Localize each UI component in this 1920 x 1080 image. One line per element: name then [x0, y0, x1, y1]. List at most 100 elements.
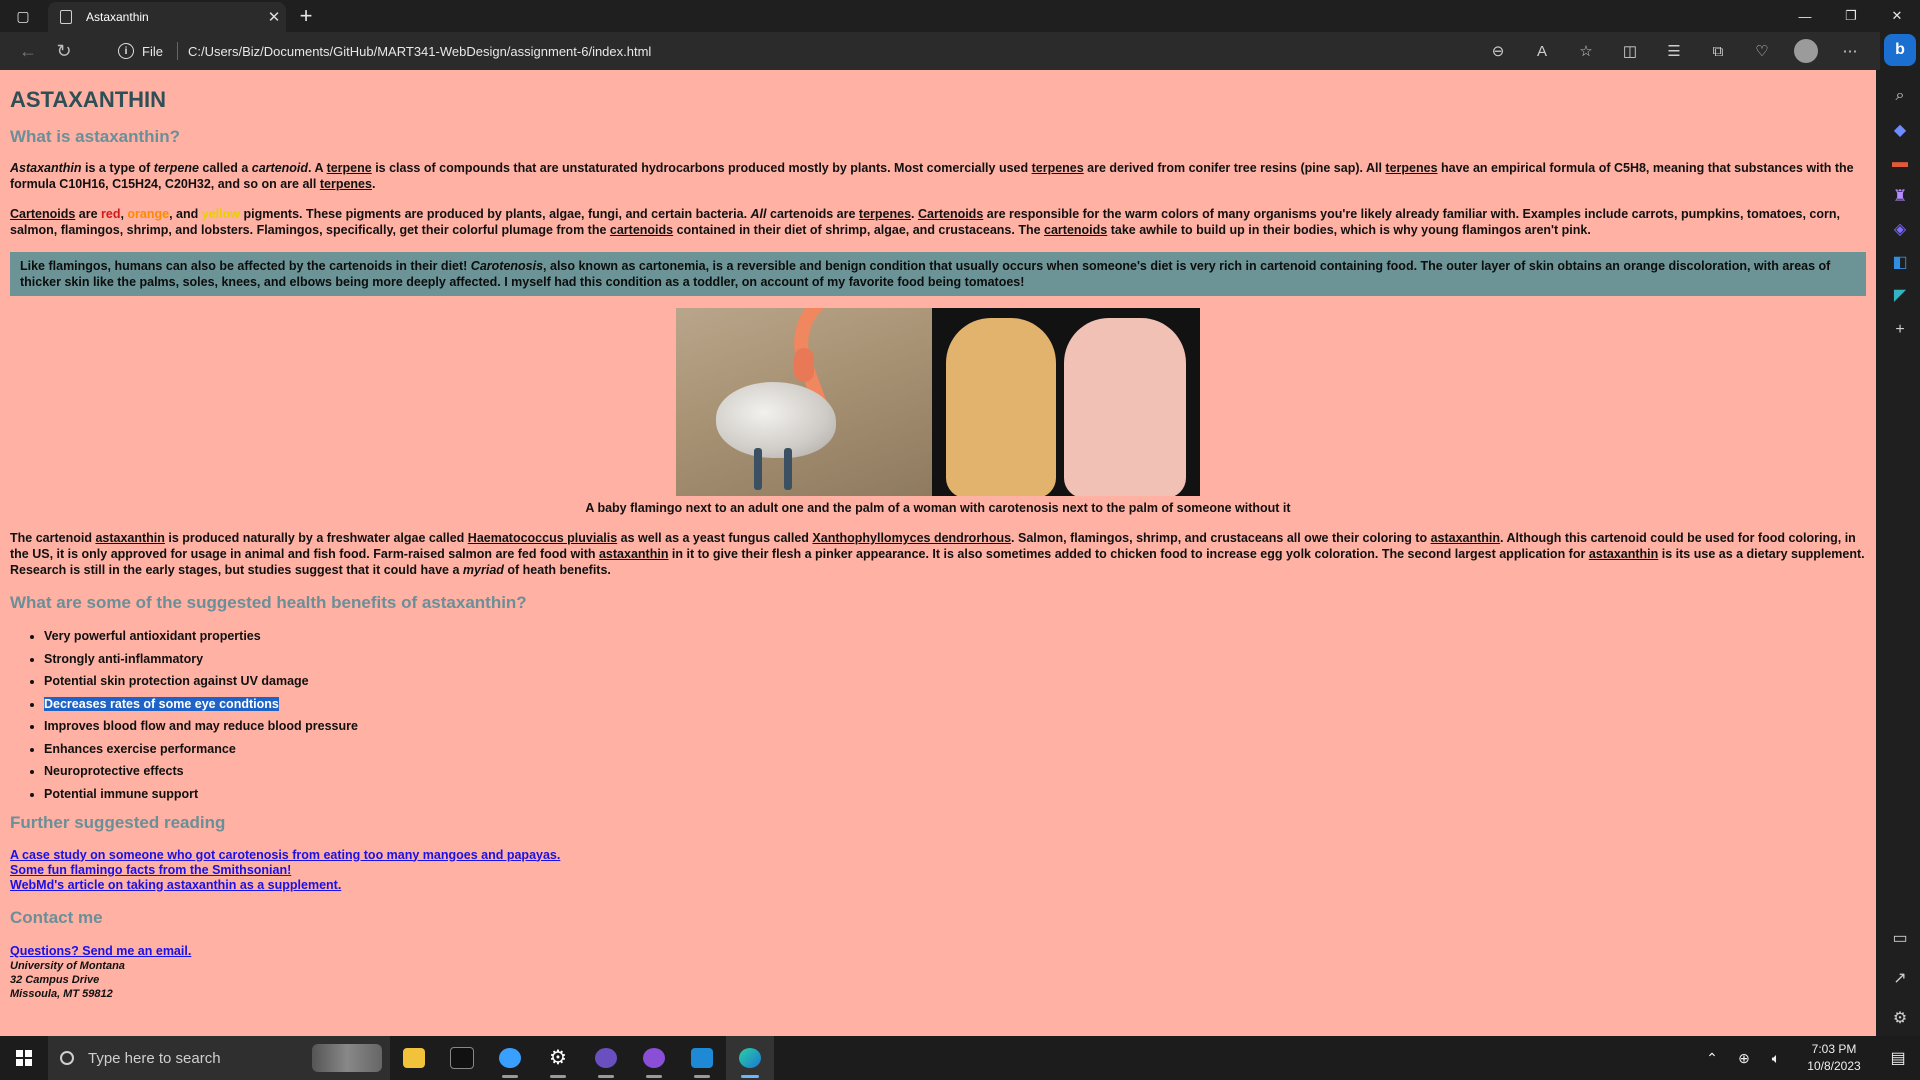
link-carotenosis-case-study[interactable]: A case study on someone who got caroteno… — [10, 848, 1866, 863]
benefits-list: Very powerful antioxidant properties Str… — [10, 628, 1866, 802]
settings-app[interactable]: ⚙ — [534, 1036, 582, 1080]
figure: A baby flamingo next to an adult one and… — [10, 308, 1866, 516]
paragraph-cartenoids: Cartenoids are red, orange, and yellow p… — [10, 207, 1840, 237]
taskbar: Type here to search ⚙ ⌃ ⊕ 🔈︎ 7:03 PM 10/… — [0, 1036, 1920, 1080]
github-desktop-app[interactable] — [630, 1036, 678, 1080]
flamingo-and-palms-image — [676, 308, 1200, 496]
shopping-tag-icon[interactable]: ◆ — [1888, 118, 1912, 142]
search-highlight-image — [312, 1044, 382, 1072]
flamingo-photo — [676, 308, 932, 496]
taskbar-search-placeholder: Type here to search — [88, 1049, 221, 1067]
chevron-up-icon[interactable]: ⌃ — [1696, 1050, 1728, 1067]
drop-icon[interactable]: ◤ — [1888, 283, 1912, 307]
terminal-icon — [450, 1047, 474, 1069]
address-line: 32 Campus Drive — [10, 973, 100, 986]
list-item: Very powerful antioxidant properties — [44, 628, 1866, 644]
paragraph-terpenes: Astaxanthin is a type of terpene called … — [10, 161, 1854, 191]
profile-avatar[interactable] — [1794, 39, 1818, 63]
info-icon[interactable]: i — [118, 43, 134, 59]
copilot-icon[interactable]: b — [1884, 34, 1916, 66]
address-scheme: File — [142, 43, 163, 59]
taskbar-search[interactable]: Type here to search — [48, 1036, 390, 1080]
address-divider — [176, 42, 178, 60]
split-screen-icon[interactable]: ◫ — [1608, 42, 1652, 60]
page-title: ASTAXANTHIN — [10, 87, 167, 112]
tab-astaxanthin[interactable]: Astaxanthin ✕ — [48, 2, 286, 32]
back-button[interactable]: ← — [10, 35, 46, 67]
heading-contact: Contact me — [10, 907, 103, 927]
tab-title: Astaxanthin — [86, 10, 149, 24]
list-item: Neuroprotective effects — [44, 763, 1866, 779]
postal-address: University of Montana 32 Campus Drive Mi… — [10, 959, 1866, 1001]
address-bar[interactable]: i File C:/Users/Biz/Documents/GitHub/MAR… — [106, 36, 1596, 66]
feather-app-icon — [499, 1048, 521, 1068]
email-link[interactable]: Questions? Send me an email. — [10, 943, 1866, 959]
browser-essentials-icon[interactable]: ♡ — [1740, 42, 1784, 60]
list-item: Potential skin protection against UV dam… — [44, 673, 1866, 689]
clock[interactable]: 7:03 PM 10/8/2023 — [1792, 1041, 1876, 1075]
address-url[interactable]: C:/Users/Biz/Documents/GitHub/MART341-We… — [188, 44, 651, 59]
folder-icon — [403, 1048, 425, 1068]
zoom-icon[interactable]: ⊖ — [1476, 42, 1520, 60]
system-tray: ⌃ ⊕ 🔈︎ 7:03 PM 10/8/2023 ▤ — [1696, 1036, 1920, 1080]
favorites-icon[interactable]: ☰ — [1652, 42, 1696, 60]
file-explorer-app[interactable] — [390, 1036, 438, 1080]
play-icon — [595, 1048, 617, 1068]
reading-links: A case study on someone who got caroteno… — [10, 848, 1866, 893]
search-icon — [60, 1051, 74, 1065]
favorite-star-icon[interactable]: ☆ — [1564, 42, 1608, 60]
media-player-app[interactable] — [582, 1036, 630, 1080]
read-aloud-icon[interactable]: A — [1520, 43, 1564, 60]
contact-block: Questions? Send me an email. University … — [10, 943, 1866, 1001]
list-item: Enhances exercise performance — [44, 741, 1866, 757]
games-icon[interactable]: ♜ — [1888, 184, 1912, 208]
list-item: Improves blood flow and may reduce blood… — [44, 718, 1866, 734]
web-page: ASTAXANTHIN What is astaxanthin? Astaxan… — [0, 70, 1876, 1036]
tools-icon[interactable]: ▬ — [1888, 151, 1912, 175]
new-tab-button[interactable]: + — [292, 2, 320, 30]
link-webmd-astaxanthin[interactable]: WebMd's article on taking astaxanthin as… — [10, 878, 1866, 893]
search-icon[interactable]: ⌕ — [1888, 84, 1912, 108]
paragraph-astaxanthin-sources: The cartenoid astaxanthin is produced na… — [10, 531, 1865, 577]
restore-button[interactable]: ❐ — [1828, 0, 1874, 32]
edge-sidebar: b ⌕ ◆ ▬ ♜ ◈ ◧ ◤ + ▭ ↗ ⚙ — [1880, 32, 1920, 1036]
terminal-app[interactable] — [438, 1036, 486, 1080]
refresh-button[interactable]: ↻ — [46, 35, 82, 67]
list-item: Potential immune support — [44, 786, 1866, 802]
volume-icon[interactable]: 🔈︎ — [1760, 1050, 1792, 1067]
settings-gear-icon: ⚙ — [549, 1047, 567, 1069]
palms-photo — [932, 308, 1200, 496]
edge-icon — [739, 1048, 761, 1068]
collections-icon[interactable]: ⧉ — [1696, 43, 1740, 60]
add-sidebar-app-icon[interactable]: + — [1888, 318, 1912, 342]
list-item: Decreases rates of some eye condtions — [44, 696, 1866, 712]
microsoft365-icon[interactable]: ◈ — [1888, 217, 1912, 241]
window-controls: — ❐ ✕ — [1782, 0, 1920, 32]
close-window-button[interactable]: ✕ — [1874, 0, 1920, 32]
more-menu-icon[interactable]: ⋯ — [1828, 42, 1872, 60]
app-blue-feather[interactable] — [486, 1036, 534, 1080]
address-line: University of Montana — [10, 959, 125, 972]
browser-viewport: ASTAXANTHIN What is astaxanthin? Astaxan… — [0, 70, 1876, 1036]
tab-actions-icon[interactable]: ▢ — [0, 0, 46, 32]
heading-health-benefits: What are some of the suggested health be… — [10, 593, 527, 612]
notifications-icon[interactable]: ▤ — [1876, 1048, 1920, 1068]
external-link-icon[interactable]: ↗ — [1888, 966, 1912, 990]
network-globe-icon[interactable]: ⊕ — [1728, 1050, 1760, 1067]
windows-logo-icon — [16, 1050, 32, 1066]
address-line: Missoula, MT 59812 — [10, 987, 113, 1000]
carotenosis-callout: Like flamingos, humans can also be affec… — [10, 252, 1866, 296]
heading-what-is: What is astaxanthin? — [10, 127, 181, 146]
link-smithsonian-flamingo-facts[interactable]: Some fun flamingo facts from the Smithso… — [10, 863, 1866, 878]
selected-text[interactable]: Decreases rates of some eye condtions — [44, 696, 279, 711]
hide-sidebar-icon[interactable]: ▭ — [1888, 926, 1912, 950]
settings-gear-icon[interactable]: ⚙ — [1888, 1006, 1912, 1030]
minimize-button[interactable]: — — [1782, 0, 1828, 32]
clock-date: 10/8/2023 — [1807, 1059, 1861, 1073]
vscode-app[interactable] — [678, 1036, 726, 1080]
tab-close-icon[interactable]: ✕ — [262, 8, 286, 26]
start-button[interactable] — [0, 1036, 48, 1080]
outlook-icon[interactable]: ◧ — [1888, 250, 1912, 274]
tab-bar: ▢ Astaxanthin ✕ + — ❐ ✕ — [0, 0, 1920, 32]
edge-app[interactable] — [726, 1036, 774, 1080]
